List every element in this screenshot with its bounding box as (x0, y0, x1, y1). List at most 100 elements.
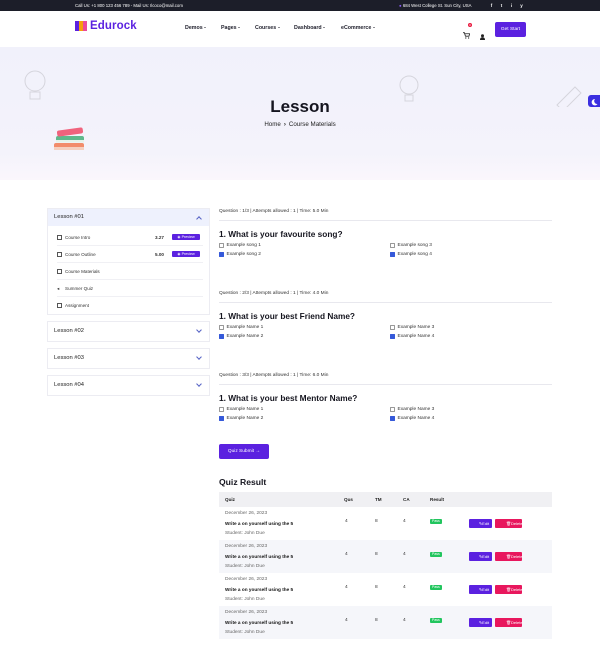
checkbox-checked[interactable] (219, 416, 224, 421)
preview-button[interactable]: ◉ Preview (172, 251, 200, 257)
lesson-title: Lesson #01 (54, 214, 84, 220)
edit-button[interactable]: ✎ Edit (469, 618, 492, 627)
checkbox-checked[interactable] (390, 334, 395, 339)
lesson-item[interactable]: Course Materials (57, 263, 203, 280)
answer-option[interactable]: Example Name 2 (219, 334, 263, 339)
item-label: Course Intro (65, 234, 91, 240)
twitter-icon[interactable]: t (499, 3, 504, 8)
quiz-block: Question : 1/3 | Attempts allowed : 1 | … (219, 209, 552, 291)
column-header: TM (375, 497, 382, 502)
breadcrumb-home[interactable]: Home (264, 121, 281, 128)
answer-option[interactable]: Example song 2 (219, 252, 261, 257)
lesson-items: Course Intro 3.27 ◉ Preview Course Outline… (48, 226, 209, 314)
lesson-item[interactable]: Course Intro 3.27 ◉ Preview (57, 229, 203, 246)
accordion-header[interactable]: Lesson #04 (48, 376, 209, 395)
moon-icon (591, 98, 598, 106)
quiz-meta: Question : 3/3 | Attempts allowed : 1 | … (219, 373, 329, 378)
checkbox[interactable] (219, 243, 224, 248)
answer-option[interactable]: Example Name 3 (390, 325, 434, 330)
lesson-item[interactable]: Assignment (57, 297, 203, 314)
lesson-title: Lesson #02 (54, 328, 84, 334)
column-header: Quiz (225, 497, 235, 502)
logo-icon (75, 20, 87, 32)
answer-option[interactable]: Example song 1 (219, 243, 261, 248)
chevron-down-icon (196, 381, 202, 387)
get-start-button[interactable]: Get Start (495, 22, 526, 37)
student-name: Student: John Due (225, 597, 265, 602)
quiz-date: December 26, 2023 (225, 577, 268, 582)
answer-option[interactable]: Example song 4 (390, 252, 432, 257)
menu-pages[interactable]: Pages (221, 25, 255, 31)
answer-options: Example Name 1 Example Name 3 Example Na… (219, 325, 552, 347)
delete-button[interactable]: 🗑 Delete (495, 519, 523, 528)
edit-button[interactable]: ✎ Edit (469, 552, 492, 561)
delete-button[interactable]: 🗑 Delete (495, 618, 523, 627)
tm-value: 8 (375, 585, 378, 590)
table-row: December 26, 2023 Write a on yourself us… (219, 507, 552, 540)
contact-info: Call Us: +1 800 123 456 789 - Mail Us: I… (75, 3, 183, 8)
edit-button[interactable]: ✎ Edit (469, 519, 492, 528)
answer-option[interactable]: Example Name 2 (219, 416, 263, 421)
checkbox-checked[interactable] (390, 416, 395, 421)
megaphone-icon: ◂ (57, 285, 60, 291)
checkbox-checked[interactable] (390, 252, 395, 257)
accordion-header[interactable]: Lesson #02 (48, 322, 209, 341)
lesson-item[interactable]: Course Outline 5.00 ◉ Preview (57, 246, 203, 263)
menu-courses[interactable]: Courses (255, 25, 294, 31)
menu-dashboard[interactable]: Dashboard (294, 25, 341, 31)
answer-option[interactable]: Example Name 4 (390, 416, 434, 421)
document-icon (57, 268, 62, 274)
ca-value: 4 (403, 519, 406, 524)
chevron-up-icon (196, 216, 202, 222)
qus-value: 4 (345, 552, 348, 557)
delete-button[interactable]: 🗑 Delete (495, 585, 523, 594)
dark-mode-toggle[interactable] (588, 95, 600, 107)
delete-label: Delete (511, 620, 523, 625)
checkbox[interactable] (219, 407, 224, 412)
menu-demos[interactable]: Demos (185, 25, 221, 31)
delete-button[interactable]: 🗑 Delete (495, 552, 523, 561)
breadcrumb-current: Course Materials (288, 121, 336, 128)
checkbox-checked[interactable] (219, 252, 224, 257)
brand-logo[interactable]: Edurock (75, 20, 137, 32)
page-title: Lesson (270, 97, 330, 116)
checkbox-checked[interactable] (219, 334, 224, 339)
tm-value: 8 (375, 618, 378, 623)
menu-label: eCommerce (341, 25, 372, 31)
table-row: December 26, 2023 Write a on yourself us… (219, 606, 552, 639)
option-label: Example song 1 (226, 243, 261, 248)
youtube-icon[interactable]: y (519, 3, 524, 8)
status-badge: Pass (430, 552, 442, 557)
answer-option[interactable]: Example song 3 (390, 243, 432, 248)
answer-option[interactable]: Example Name 1 (219, 407, 263, 412)
facebook-icon[interactable]: f (489, 3, 494, 8)
edit-label: Edit (482, 620, 490, 625)
account-button[interactable] (480, 27, 485, 40)
qus-value: 4 (345, 585, 348, 590)
lesson-item[interactable]: ◂ Summer Quiz (57, 280, 203, 297)
preview-button[interactable]: ◉ Preview (172, 234, 200, 240)
menu-ecommerce[interactable]: eCommerce (341, 25, 381, 31)
checkbox[interactable] (390, 243, 395, 248)
quiz-title: Write a on yourself using the 5 (225, 620, 294, 625)
qus-value: 4 (345, 618, 348, 623)
answer-option[interactable]: Example Name 4 (390, 334, 434, 339)
divider (219, 384, 552, 385)
status-badge: Pass (430, 585, 442, 590)
checkbox[interactable] (219, 325, 224, 330)
divider (219, 302, 552, 303)
quiz-date: December 26, 2023 (225, 544, 268, 549)
checkbox[interactable] (390, 407, 395, 412)
answer-option[interactable]: Example Name 3 (390, 407, 434, 412)
edit-button[interactable]: ✎ Edit (469, 585, 492, 594)
accordion-header[interactable]: Lesson #03 (48, 349, 209, 368)
answer-option[interactable]: Example Name 1 (219, 325, 263, 330)
lesson-accordion: Lesson #03 (47, 348, 210, 369)
cart-button[interactable]: 0 (463, 23, 472, 39)
quiz-submit-button[interactable]: Quiz Submit → (219, 444, 269, 459)
instagram-icon[interactable]: i (509, 3, 514, 8)
item-label: Course Outline (65, 251, 96, 257)
checkbox[interactable] (390, 325, 395, 330)
lesson-accordion: Lesson #01 Course Intro 3.27 ◉ Preview Cou… (47, 208, 210, 315)
accordion-header[interactable]: Lesson #01 (48, 209, 209, 226)
